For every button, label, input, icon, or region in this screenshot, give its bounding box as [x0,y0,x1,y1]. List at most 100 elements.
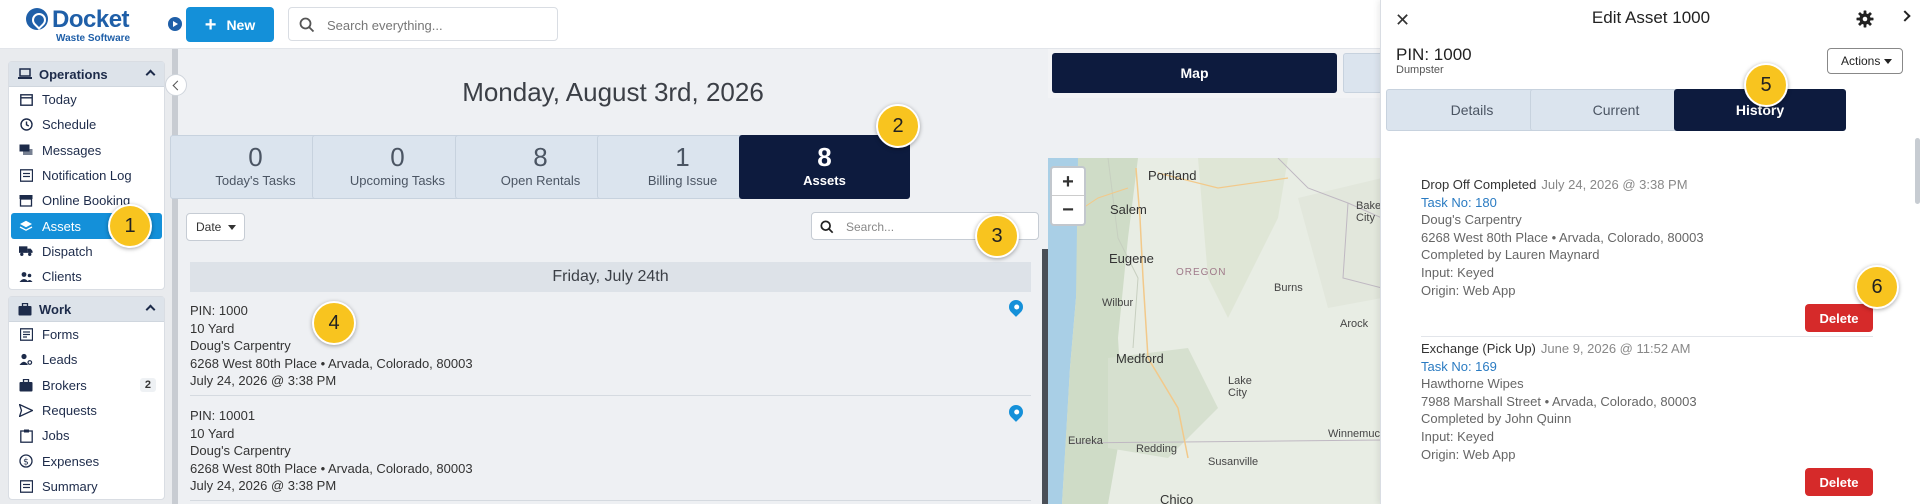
sidebar-item-brokers[interactable]: Brokers 2 [9,373,164,398]
sidebar-item-label: Expenses [42,453,100,469]
play-icon[interactable] [168,17,182,31]
sidebar-item-requests[interactable]: Requests [9,398,164,423]
stat-card-assets[interactable]: 8 Assets [739,135,910,199]
zoom-in-button[interactable]: + [1052,168,1084,196]
sidebar-item-label: Assets [42,218,82,234]
history-event: Drop Off Completed [1421,177,1537,192]
sidebar-header-work[interactable]: Work [9,297,164,322]
list-item[interactable]: PIN: 1000 10 Yard Doug's Carpentry 6268 Wes… [190,292,1031,396]
callout-marker: 4 [312,301,356,345]
client-name: Doug's Carpentry [190,443,291,459]
date-filter-dropdown[interactable]: Date [186,213,245,241]
sidebar-item-label: Leads [42,352,78,368]
map-label: Susanville [1208,456,1259,468]
actions-dropdown[interactable]: Actions [1827,48,1903,74]
secondary-view-tab[interactable] [1343,53,1383,93]
sidebar-item-jobs[interactable]: Jobs [9,423,164,448]
task-link[interactable]: Task No: 180 [1421,194,1871,212]
sidebar-item-today[interactable]: Today [9,87,164,112]
storefront-icon [19,194,33,208]
sidebar-header-operations[interactable]: Operations [9,62,164,87]
client-name: Doug's Carpentry [1421,212,1522,228]
history-entry: Drop Off Completed July 24, 2026 @ 3:38 P… [1421,176,1871,299]
map-label: Redding [1136,443,1177,455]
dollar-icon: $ [19,454,33,468]
callout-marker: 5 [1744,63,1788,107]
date-filter-label: Date [196,220,222,234]
sidebar-item-notification-log[interactable]: Notification Log [9,163,164,188]
sidebar-item-schedule[interactable]: Schedule [9,112,164,137]
history-date: July 24, 2026 @ 3:38 PM [1541,177,1688,192]
history-event: Exchange (Pick Up) [1421,341,1536,356]
sidebar-item-label: Brokers [42,377,87,393]
sidebar-item-summary[interactable]: Summary [9,474,164,499]
sidebar-item-label: Requests [42,403,97,419]
map[interactable]: Portland Salem Eugene OREGON Wilbur Medf… [1048,158,1382,504]
map-header-space [1048,98,1382,158]
plus-icon: + [204,13,217,36]
sidebar-item-label: Dispatch [42,243,93,259]
gear-icon[interactable] [1856,10,1874,28]
sidebar-item-label: Clients [42,269,82,285]
list-icon [19,169,33,183]
edit-asset-panel: ✕ Edit Asset 1000 PIN: 1000 Dumpster Act… [1380,0,1920,504]
docket-logo[interactable]: Docket Waste Software [26,6,136,44]
panel-scrollbar[interactable] [1915,138,1920,204]
history-entry: Exchange (Pick Up) June 9, 2026 @ 11:52 A… [1421,340,1871,463]
sidebar-item-leads[interactable]: Leads [9,347,164,372]
list-item[interactable]: PIN: 10001 10 Yard Doug's Carpentry 6268 We… [190,397,1031,501]
asset-search-input[interactable] [846,218,996,236]
zoom-out-button[interactable]: − [1052,196,1084,224]
origin: Origin: Web App [1421,446,1516,462]
map-label: Winnemucca [1328,428,1382,440]
new-button[interactable]: + New [186,7,274,42]
client-name: Doug's Carpentry [190,338,291,354]
sidebar-item-expenses[interactable]: $ Expenses [9,448,164,473]
sidebar-item-messages[interactable]: Messages [9,138,164,163]
map-zoom-control: + − [1050,166,1086,226]
map-label: OREGON [1176,267,1227,278]
docket-logo-mark-icon [26,8,48,30]
history-date: June 9, 2026 @ 11:52 AM [1540,341,1691,356]
map-label: Lake City [1228,375,1252,399]
actions-label: Actions [1841,54,1881,68]
svg-text:$: $ [23,458,29,468]
callout-marker: 1 [108,204,152,248]
delete-button[interactable]: Delete [1805,468,1873,496]
logo-name: Docket [52,6,130,33]
sidebar-item-label: Today [42,92,77,108]
map-label: Wilbur [1102,297,1134,309]
sidebar-header-label: Work [39,301,72,317]
briefcase-icon [19,378,33,392]
layers-icon [19,219,33,233]
client-name: Hawthorne Wipes [1421,376,1524,392]
map-tab[interactable]: Map [1052,53,1337,93]
task-link[interactable]: Task No: 169 [1421,358,1871,376]
sidebar-collapse-chevron-icon[interactable] [165,74,187,96]
caret-down-icon [1884,59,1892,64]
datetime: July 24, 2026 @ 3:38 PM [190,478,337,494]
global-search-input[interactable] [327,15,547,35]
sidebar-header-label: Operations [39,66,108,82]
input-method: Input: Keyed [1421,428,1494,444]
map-label: Chico [1160,492,1194,504]
sidebar-item-clients[interactable]: Clients [9,264,164,289]
sidebar-item-label: Schedule [42,117,97,133]
clipboard-icon [19,429,33,443]
truck-icon [19,244,33,258]
address: 6268 West 80th Place • Arvada, Colorado,… [190,355,473,371]
callout-marker: 6 [1855,265,1899,309]
map-label: Baker City [1356,200,1382,224]
map-label: Arock [1340,318,1369,330]
chevron-up-icon [145,69,156,80]
map-terrain [1048,158,1382,504]
clock-icon [19,118,33,132]
laptop-icon [18,68,32,79]
form-icon [19,328,33,342]
stat-count: 8 [817,142,832,172]
sidebar-item-forms[interactable]: Forms [9,322,164,347]
sidebar-item-label: Jobs [42,428,70,444]
sidebar-item-label: Messages [42,142,102,158]
delete-button[interactable]: Delete [1805,304,1873,332]
map-label: Portland [1148,168,1197,183]
